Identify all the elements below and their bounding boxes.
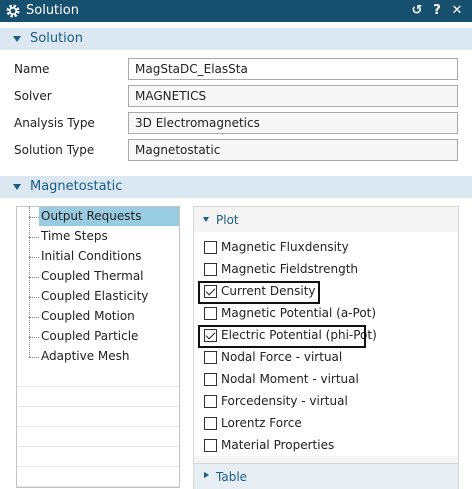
name-label: Name xyxy=(14,62,50,76)
name-field[interactable]: MagStaDC_ElasSta xyxy=(128,58,458,80)
checkbox[interactable] xyxy=(204,351,217,364)
collapse-triangle-icon xyxy=(203,217,209,222)
plot-options-list: Magnetic Fluxdensity Magnetic Fieldstren… xyxy=(194,232,458,456)
option-label: Magnetic Fluxdensity xyxy=(221,240,349,254)
empty-tree-row xyxy=(17,427,179,447)
tree-item-adaptive-mesh[interactable]: Adaptive Mesh xyxy=(39,347,132,366)
tree-row[interactable]: Coupled Thermal xyxy=(17,267,179,287)
checkbox[interactable] xyxy=(204,241,217,254)
collapse-triangle-icon xyxy=(13,184,21,190)
plot-option[interactable]: Magnetic Fluxdensity xyxy=(204,239,444,257)
checkbox[interactable] xyxy=(204,263,217,276)
tree-item-output-requests[interactable]: Output Requests xyxy=(39,207,179,226)
solver-label: Solver xyxy=(14,89,52,103)
analysis-type-field: 3D Electromagnetics xyxy=(128,112,458,134)
table-group-label: Table xyxy=(216,470,248,484)
window-title: Solution xyxy=(26,3,79,18)
tree-row[interactable]: Output Requests xyxy=(17,207,179,227)
table-header-row[interactable]: Table xyxy=(194,466,458,488)
gear-icon xyxy=(6,4,20,18)
tree-row[interactable]: Adaptive Mesh xyxy=(17,347,179,367)
output-tree: Output Requests Time Steps Initial Condi… xyxy=(16,206,180,488)
collapse-triangle-icon xyxy=(13,36,21,42)
analysis-type-label: Analysis Type xyxy=(14,116,95,130)
plot-option[interactable]: Forcedensity - virtual xyxy=(204,393,444,411)
plot-option[interactable]: Magnetic Fieldstrength xyxy=(204,261,444,279)
tree-branch-line xyxy=(29,337,39,338)
solution-section-label: Solution xyxy=(30,31,83,46)
tree-row[interactable]: Time Steps xyxy=(17,227,179,247)
plot-option[interactable]: Nodal Moment - virtual xyxy=(204,371,444,389)
plot-option[interactable]: Nodal Force - virtual xyxy=(204,349,444,367)
checkbox[interactable] xyxy=(204,417,217,430)
tree-branch-line xyxy=(29,237,39,238)
checkbox[interactable] xyxy=(204,439,217,452)
expand-triangle-icon xyxy=(204,472,209,478)
magnetostatic-section-label: Magnetostatic xyxy=(30,179,123,194)
solution-type-label: Solution Type xyxy=(14,143,95,157)
empty-tree-row xyxy=(17,367,179,387)
option-label: Nodal Moment - virtual xyxy=(221,372,359,386)
checkbox[interactable] xyxy=(204,307,217,320)
tree-branch-line xyxy=(29,357,39,358)
plot-option[interactable]: Material Properties xyxy=(204,437,444,455)
plot-option[interactable]: Lorentz Force xyxy=(204,415,444,433)
solution-section-header[interactable]: Solution xyxy=(0,28,472,50)
tree-item-coupled-particle[interactable]: Coupled Particle xyxy=(39,327,140,346)
close-icon[interactable]: ✕ xyxy=(450,3,464,19)
empty-tree-row xyxy=(17,447,179,467)
table-group-header[interactable]: Table xyxy=(194,463,458,489)
magnetostatic-section-header[interactable]: Magnetostatic xyxy=(0,176,472,198)
tree-item-coupled-elasticity[interactable]: Coupled Elasticity xyxy=(39,287,150,306)
solution-type-field: Magnetostatic xyxy=(128,139,458,161)
plot-group-label: Plot xyxy=(216,213,239,227)
tree-item-time-steps[interactable]: Time Steps xyxy=(39,227,110,246)
option-label: Lorentz Force xyxy=(221,416,302,430)
empty-tree-row xyxy=(17,467,179,487)
plot-option[interactable]: Magnetic Potential (a-Pot) xyxy=(204,305,444,323)
tree-item-coupled-motion[interactable]: Coupled Motion xyxy=(39,307,137,326)
checkbox[interactable] xyxy=(204,373,217,386)
option-label: Forcedensity - virtual xyxy=(221,394,348,408)
tree-branch-line xyxy=(29,277,39,278)
option-label: Magnetic Potential (a-Pot) xyxy=(221,306,377,320)
tree-branch-line xyxy=(29,217,39,218)
title-bar: Solution ↺ ? ✕ xyxy=(0,0,472,22)
empty-tree-row xyxy=(17,407,179,427)
current-density-highlight-box xyxy=(198,281,320,304)
option-label: Material Properties xyxy=(221,438,335,452)
reset-icon[interactable]: ↺ xyxy=(410,3,424,19)
checkbox[interactable] xyxy=(204,395,217,408)
plot-panel: Plot Magnetic Fluxdensity Magnetic Field… xyxy=(193,206,459,489)
tree-row[interactable]: Coupled Elasticity xyxy=(17,287,179,307)
electric-potential-highlight-box xyxy=(198,325,366,348)
tree-row[interactable]: Coupled Motion xyxy=(17,307,179,327)
tree-row[interactable]: Coupled Particle xyxy=(17,327,179,347)
tree-item-initial-conditions[interactable]: Initial Conditions xyxy=(39,247,144,266)
tree-branch-line xyxy=(29,257,39,258)
solver-field: MAGNETICS xyxy=(128,85,458,107)
tree-item-coupled-thermal[interactable]: Coupled Thermal xyxy=(39,267,146,286)
option-label: Magnetic Fieldstrength xyxy=(221,262,359,276)
option-label: Nodal Force - virtual xyxy=(221,350,343,364)
plot-group-header[interactable]: Plot xyxy=(194,209,458,231)
empty-tree-row xyxy=(17,387,179,407)
tree-branch-line xyxy=(29,297,39,298)
tree-branch-line xyxy=(29,317,39,318)
tree-row[interactable]: Initial Conditions xyxy=(17,247,179,267)
help-icon[interactable]: ? xyxy=(430,3,444,19)
